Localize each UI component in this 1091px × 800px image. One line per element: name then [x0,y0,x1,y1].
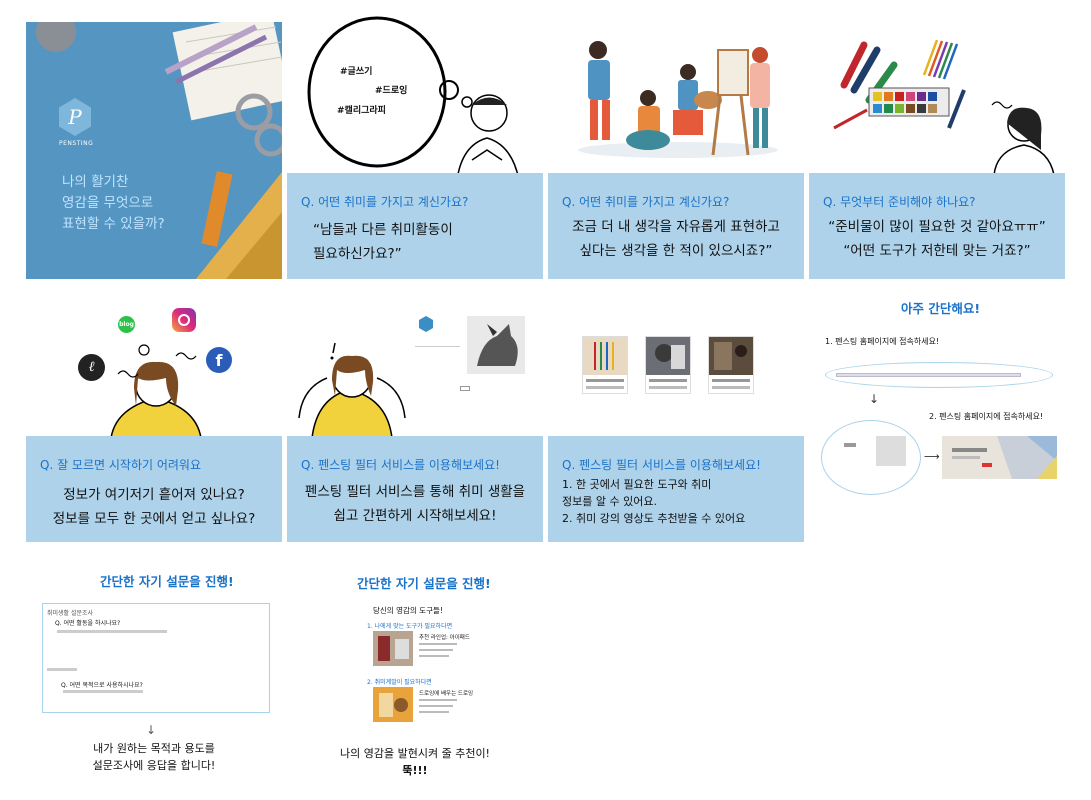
tag-drawing: #드로잉 [375,86,408,96]
headline-line-1: 나의 활기찬 [62,174,129,190]
down-arrow: ↓ [869,392,880,406]
panel-survey: 간단한 자기 설문을 진행! 취미생활 설문조사 Q. 어떤 활동을 하시나요?… [26,565,282,790]
panel-hobby-question-1: #글쓰기 #드로잉 #캘리그라피 [287,10,543,180]
question-label: Q. 잘 모르면 시작하기 어려워요 [40,458,201,472]
form-question-2: Q. 어떤 목적으로 사용하시나요? [61,682,143,689]
question-label: Q. 어떤 취미를 가지고 계신가요? [301,195,469,209]
survey-title: 간단한 자기 설문을 진행! [100,574,234,589]
item-1-title: 추천 라인업: 아이패드 [419,635,470,641]
form-question-1: Q. 어떤 활동을 하시나요? [55,620,121,627]
caption-line-2: 정보를 모두 한 곳에서 얻고 싶나요? [52,511,256,527]
panel-recommendation: 간단한 자기 설문을 진행! 당신의 영감의 도구들! 1. 나에게 맞는 도구… [287,565,543,790]
caption-line-3: 2. 취미 강의 영상도 추천받을 수 있어요 [562,512,746,525]
survey-form-mockup: 취미생활 설문조사 Q. 어떤 활동을 하시나요? Q. 어떤 목적으로 사용하… [42,603,270,713]
caption-line-1: 펜스팅 필터 서비스를 통해 취미 생활을 [304,484,526,500]
caption-line-1: “준비물이 많이 필요한 것 같아요ㅠㅠ” [828,219,1046,235]
card-painter-photo [708,336,754,394]
recommendation-title: 간단한 자기 설문을 진행! [357,576,491,591]
caption-filter-service-2: Q. 펜스팅 필터 서비스를 이용해보세요! 1. 한 곳에서 필요한 도구와 … [548,436,804,542]
form-heading: 취미생활 설문조사 [47,610,94,617]
question-label: Q. 무엇부터 준비해야 하나요? [823,195,976,209]
recommendation-subtitle: 당신의 영감의 도구들! [373,606,443,615]
question-label: Q. 펜스팅 필터 서비스를 이용해보세요! [562,458,761,472]
card-tools [582,336,628,394]
dog-sketch-image [467,316,525,374]
section-2-title: 2. 취미계발이 필요하다면 [367,679,432,686]
tag-writing: #글쓰기 [340,67,373,77]
panel-preparation [809,10,1065,175]
tag-calligraphy: #캘리그라피 [337,106,386,116]
colored-pencils [922,39,959,80]
recommendation-text: 나의 영감을 발현시켜 줄 추천이! 뚝!!! [287,745,543,779]
caption-line-2: 필요하신가요?” [313,246,402,262]
caption-hobby-question-2: Q. 어떤 취미를 가지고 계신가요? 조금 더 내 생각을 자유롭게 표현하고… [548,173,804,279]
item-2-image [373,687,413,722]
caption-preparation: Q. 무엇부터 준비해야 하나요? “준비물이 많이 필요한 것 같아요ㅠㅠ” … [809,173,1065,279]
filter-page-mockup [942,436,1057,479]
caption-text: “남들과 다른 취미활동이 필요하신가요?” [313,218,453,266]
recommendation-line-2: 뚝!!! [402,764,428,777]
caption-line-2: 정보를 알 수 있어요. [562,495,657,508]
caption-text: 정보가 여기저기 흩어져 있나요? 정보를 모두 한 곳에서 얻고 싶나요? [26,483,282,531]
steps-title: 아주 간단해요! [901,301,981,316]
browser-url-bar[interactable] [825,362,1053,388]
question-label: Q. 어떤 취미를 가지고 계신가요? [562,195,730,209]
recommendation-line-1: 나의 영감을 발현시켜 줄 추천이! [340,747,490,760]
section-1-title: 1. 나에게 맞는 도구가 필요하다면 [367,623,453,630]
blog-icon: blog [118,316,135,333]
step-1-label: 1. 펜스팅 홈페이지에 접속하세요! [825,337,940,346]
caption-text: “준비물이 많이 필요한 것 같아요ㅠㅠ” “어떤 도구가 저한테 맞는 거죠?… [809,215,1065,263]
card-artist-photo [645,336,691,394]
panel-simple-steps: 아주 간단해요! 1. 펜스팅 홈페이지에 접속하세요! ↓ 2. 펜스팅 홈페… [809,290,1069,542]
caption-filter-service-1: Q. 펜스팅 필터 서비스를 이용해보세요! 펜스팅 필터 서비스를 통해 취미… [287,436,543,542]
survey-text-line-1: 내가 원하는 목적과 용도를 [93,742,215,755]
caption-line-1: 정보가 여기저기 흩어져 있나요? [63,487,245,503]
panel-filter-service-2 [548,298,804,438]
headline: 나의 활기찬 영감을 무엇으로 표현할 수 있을까? [62,172,165,235]
question-label: Q. 펜스팅 필터 서비스를 이용해보세요! [301,458,500,472]
caption-text: 1. 한 곳에서 필요한 도구와 취미 정보를 알 수 있어요. 2. 취미 강… [562,476,745,527]
item-1-image [373,631,413,666]
confused-woman-illustration [110,344,202,438]
caption-line-1: “남들과 다른 취미활동이 [313,222,453,238]
mini-logo [419,316,433,332]
desk-photo-illustration [26,22,282,279]
caption-line-2: 싶다는 생각을 한 적이 있으시죠?” [579,243,773,259]
caption-hobby-question-1: Q. 어떤 취미를 가지고 계신가요? “남들과 다른 취미활동이 필요하신가요… [287,173,543,279]
item-2-title: 드로잉에 배우는 드로잉 [419,691,474,697]
panel-filter-service-1 [287,298,543,438]
right-arrow: ⟶ [924,450,940,463]
caption-line-1: 1. 한 곳에서 필요한 도구와 취미 [562,478,712,491]
pensting-site-mockup [415,316,530,406]
panel-scattered-info: blog ℓ f [26,298,282,438]
blog-icon-label: blog [119,321,134,328]
caption-line-2: “어떤 도구가 저한테 맞는 거죠?” [843,243,1031,259]
caption-text: 조금 더 내 생각을 자유롭게 표현하고 싶다는 생각을 한 적이 있으시죠?” [548,215,804,263]
panel-intro: P PENSTING 나의 활기찬 영감을 무엇으로 표현할 수 있을까? [26,22,282,279]
step-2-label: 2. 펜스팅 홈페이지에 접속하세요! [929,412,1044,421]
caption-scattered-info: Q. 잘 모르면 시작하기 어려워요 정보가 여기저기 흩어져 있나요? 정보를… [26,436,282,542]
instagram-icon [172,308,196,332]
survey-text: 내가 원하는 목적과 용도를 설문조사에 응답을 합니다! [26,740,282,774]
survey-text-line-2: 설문조사에 응답을 합니다! [92,759,216,772]
logo-letter: P [68,105,82,129]
homepage-mockup [821,420,921,495]
headline-line-3: 표현할 수 있을까? [62,216,165,232]
panel-hobby-question-2 [548,10,804,175]
caption-line-2: 쉽고 간편하게 시작해보세요! [333,508,497,524]
facebook-icon: f [206,347,232,373]
down-arrow: ↓ [146,723,157,737]
caption-text: 펜스팅 필터 서비스를 통해 취미 생활을 쉽고 간편하게 시작해보세요! [287,480,543,528]
brand-name: PENSTING [59,140,94,147]
headline-line-2: 영감을 무엇으로 [62,195,154,211]
pensting-icon: ℓ [78,354,105,381]
caption-line-1: 조금 더 내 생각을 자유롭게 표현하고 [572,219,780,235]
artists-group-illustration [578,41,778,158]
thinking-man-illustration [307,16,520,180]
art-supplies-illustration [833,39,1055,175]
